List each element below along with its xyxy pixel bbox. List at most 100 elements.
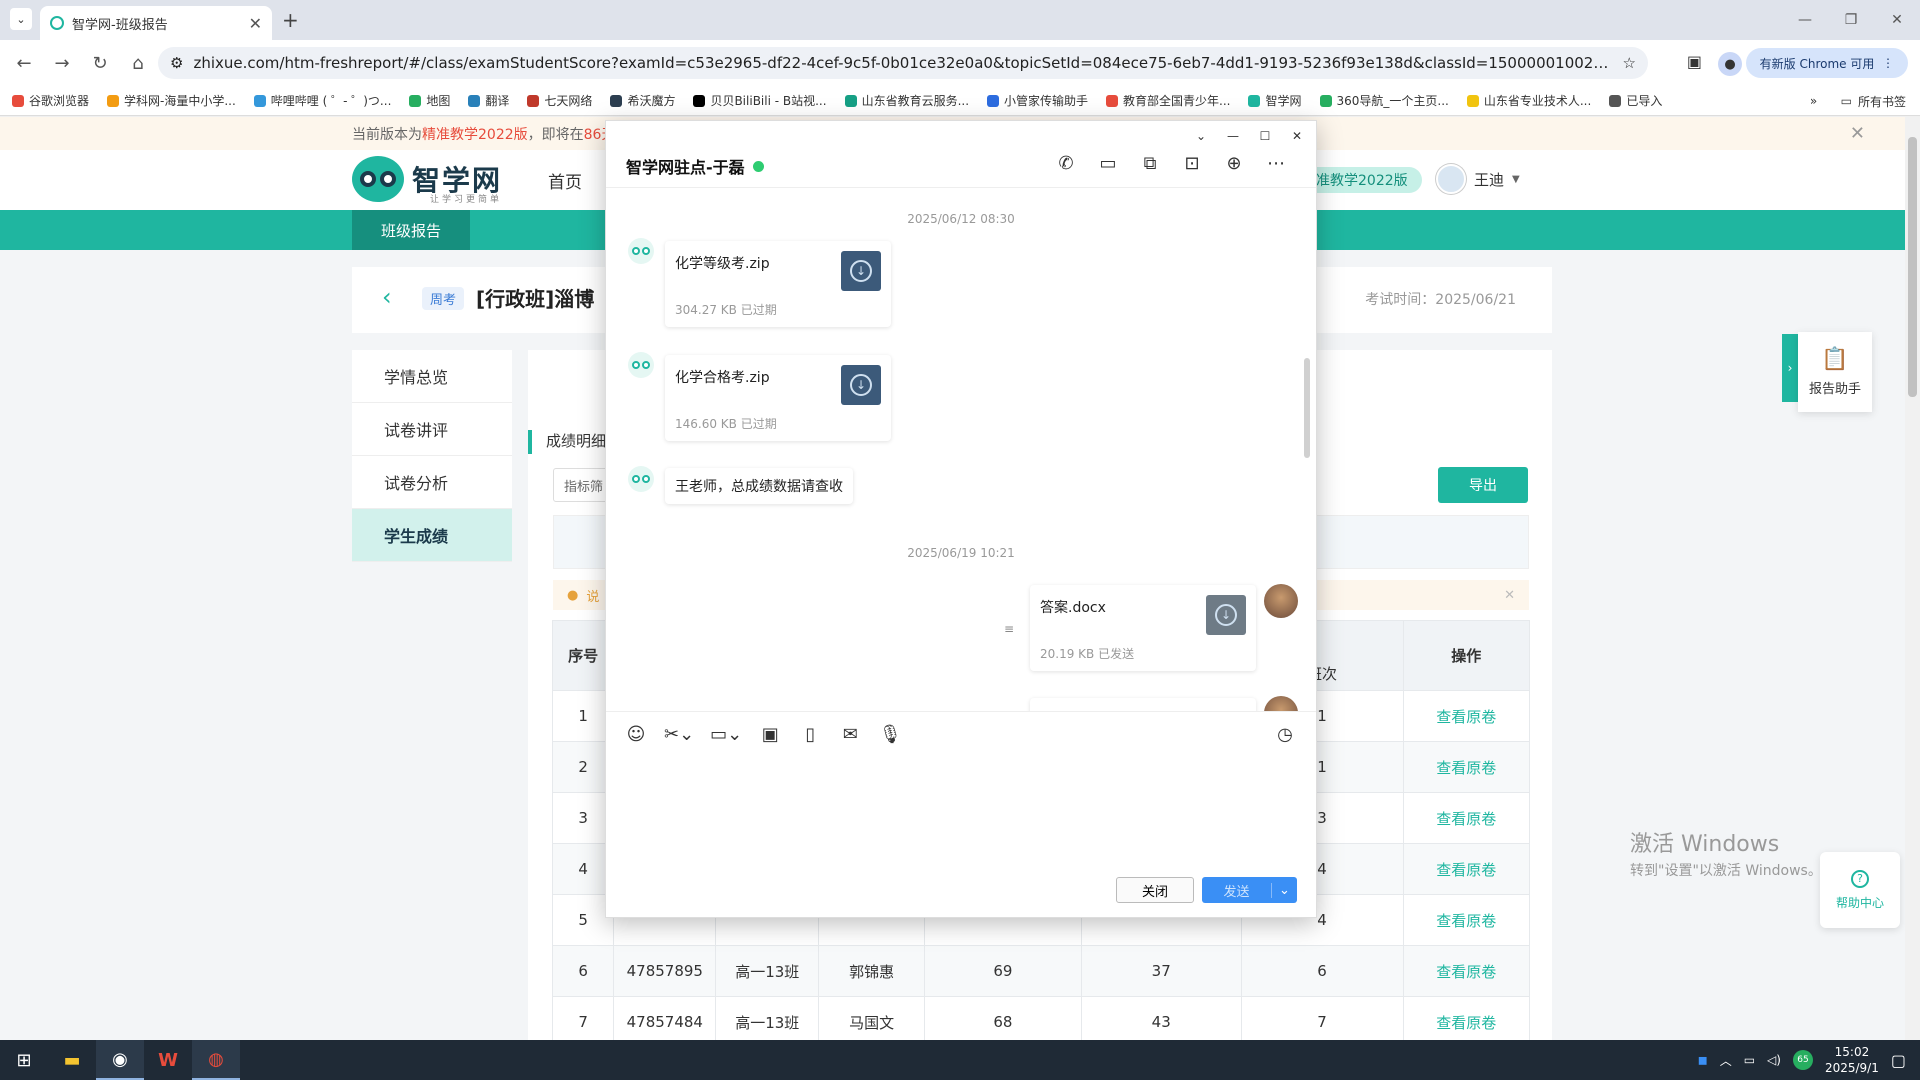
address-bar[interactable]: ⚙ zhixue.com/htm-freshreport/#/class/exa…	[158, 47, 1648, 79]
qq-icon[interactable]: ◉	[96, 1040, 144, 1080]
sidebar-item-1[interactable]: 试卷讲评	[352, 403, 512, 456]
screenshot-scissors-icon[interactable]: ✂⌄	[664, 721, 694, 747]
bookmark-item[interactable]: 地图	[409, 92, 450, 109]
text-message[interactable]: 王老师，总成绩数据请查收	[665, 468, 853, 504]
view-paper-link[interactable]: 查看原卷	[1436, 708, 1496, 726]
bookmark-item[interactable]: 希沃魔方	[610, 92, 675, 109]
screen-share-icon[interactable]: ⧉	[1138, 151, 1162, 175]
remote-assist-icon[interactable]: ⊡	[1180, 151, 1204, 175]
notification-icon[interactable]: ▢	[1891, 1051, 1906, 1070]
view-paper-link[interactable]: 查看原卷	[1436, 912, 1496, 930]
bookmark-item[interactable]: 小管家传输助手	[987, 92, 1088, 109]
add-icon[interactable]: ⊕	[1222, 151, 1246, 175]
home-icon[interactable]: ⌂	[124, 49, 152, 77]
user-menu[interactable]: 王迪 ▼	[1436, 164, 1520, 194]
view-paper-link[interactable]: 查看原卷	[1436, 810, 1496, 828]
file-message[interactable]: 化学合格考.zip 146.60 KB 已过期 ↓	[665, 355, 891, 441]
history-clock-icon[interactable]: ◷	[1272, 721, 1298, 747]
send-button[interactable]: 发送 ⌄	[1202, 877, 1297, 903]
red-packet-icon[interactable]: ✉	[838, 721, 862, 747]
tab-class-report[interactable]: 班级报告	[352, 210, 470, 250]
back-arrow-icon[interactable]: ‹	[382, 283, 392, 311]
site-info-icon[interactable]: ⚙	[170, 54, 183, 72]
network-icon[interactable]: ▭	[1744, 1053, 1755, 1067]
update-chrome-button[interactable]: 有新版 Chrome 可用 ⋮	[1745, 48, 1908, 78]
folder-icon[interactable]: ▭⌄	[710, 721, 742, 747]
maximize-icon[interactable]: ☐	[1252, 125, 1278, 147]
bookmark-item[interactable]: 360导航_一个主页...	[1319, 92, 1449, 109]
phone-icon[interactable]: ✆	[1054, 151, 1078, 175]
emoji-icon[interactable]: ☺	[624, 721, 648, 747]
bookmark-item[interactable]: 山东省专业技术人...	[1466, 92, 1591, 109]
read-status-icon[interactable]: ≡	[1004, 622, 1014, 636]
close-button[interactable]: 关闭	[1116, 877, 1194, 903]
file-message[interactable]	[1030, 698, 1256, 711]
view-paper-link[interactable]: 查看原卷	[1436, 759, 1496, 777]
close-window-icon[interactable]: ✕	[1874, 0, 1920, 40]
close-icon[interactable]: ✕	[1284, 125, 1310, 147]
close-notice-icon[interactable]: ✕	[1850, 123, 1865, 144]
view-paper-link[interactable]: 查看原卷	[1436, 963, 1496, 981]
back-icon[interactable]: ←	[10, 49, 38, 77]
video-call-icon[interactable]: ▭	[1096, 151, 1120, 175]
bookmark-item[interactable]: 谷歌浏览器	[12, 92, 89, 109]
bookmark-item[interactable]: 哔哩哔哩 ( ゜- ゜)つ...	[253, 92, 391, 109]
bot-avatar[interactable]	[628, 238, 654, 264]
volume-icon[interactable]: ◁)	[1767, 1053, 1781, 1067]
profile-icon[interactable]: ●	[1718, 52, 1742, 76]
message-input[interactable]	[622, 755, 1298, 865]
view-paper-link[interactable]: 查看原卷	[1436, 1014, 1496, 1032]
restore-icon[interactable]: ❐	[1828, 0, 1874, 40]
image-icon[interactable]: ▣	[758, 721, 782, 747]
bookmark-item[interactable]: 七天网络	[527, 92, 592, 109]
nav-home[interactable]: 首页	[548, 168, 582, 193]
battery-icon[interactable]: 65	[1792, 1050, 1813, 1070]
export-button[interactable]: 导出	[1438, 467, 1528, 503]
side-panel-icon[interactable]: ▣	[1687, 52, 1702, 71]
report-assistant[interactable]: 📋 报告助手	[1798, 332, 1872, 412]
collapse-assistant-icon[interactable]: ›	[1782, 334, 1798, 402]
send-options-chevron-icon[interactable]: ⌄	[1271, 882, 1297, 898]
bookmark-item[interactable]: 智学网	[1248, 92, 1302, 109]
bookmark-item[interactable]: 贝贝BiliBili - B站视...	[693, 92, 827, 109]
bot-avatar[interactable]	[628, 352, 654, 378]
minimize-icon[interactable]: —	[1782, 0, 1828, 40]
bookmark-item[interactable]: 教育部全国青少年...	[1106, 92, 1230, 109]
bookmark-item[interactable]: 山东省教育云服务...	[844, 92, 969, 109]
page-scrollbar[interactable]	[1905, 117, 1920, 1040]
file-explorer-icon[interactable]: ▬	[48, 1040, 96, 1080]
file-message[interactable]: 化学等级考.zip 304.27 KB 已过期 ↓	[665, 241, 891, 327]
file-message[interactable]: 答案.docx 20.19 KB 已发送 ↓	[1030, 585, 1256, 671]
clock[interactable]: 15:02 2025/9/1	[1825, 1044, 1879, 1076]
download-icon[interactable]: ↓	[841, 251, 881, 291]
tab-search-icon[interactable]: ⌄	[10, 8, 32, 30]
bookmark-item[interactable]: 翻译	[468, 92, 509, 109]
help-center-button[interactable]: ? 帮助中心	[1820, 852, 1900, 928]
sidebar-item-2[interactable]: 试卷分析	[352, 456, 512, 509]
bookmark-item[interactable]: 已导入	[1609, 92, 1662, 109]
message-scrollbar[interactable]	[1304, 358, 1310, 458]
browser-tab[interactable]: 智学网-班级报告 ✕	[40, 6, 272, 40]
download-icon[interactable]: ↓	[1206, 595, 1246, 635]
my-avatar[interactable]	[1264, 696, 1298, 711]
sidebar-item-3[interactable]: 学生成绩	[352, 509, 512, 562]
all-bookmarks[interactable]: » ▭ 所有书签	[1801, 86, 1906, 115]
message-list[interactable]: 2025/06/12 08:30 化学等级考.zip 304.27 KB 已过期…	[606, 188, 1316, 711]
more-icon[interactable]: ⋯	[1264, 151, 1288, 175]
windows-start-icon[interactable]: ⊞	[0, 1040, 48, 1080]
chevron-down-icon[interactable]: ⌄	[1188, 125, 1214, 147]
view-paper-link[interactable]: 查看原卷	[1436, 861, 1496, 879]
my-avatar[interactable]	[1264, 584, 1298, 618]
sidebar-item-0[interactable]: 学情总览	[352, 350, 512, 403]
chrome-icon[interactable]: ◍	[192, 1040, 240, 1080]
qq-tray-icon[interactable]: ◼	[1698, 1053, 1708, 1067]
more-bookmarks-icon[interactable]: »	[1810, 94, 1817, 108]
microphone-icon[interactable]: 🎙	[878, 721, 902, 747]
minimize-icon[interactable]: —	[1220, 125, 1246, 147]
bot-avatar[interactable]	[628, 466, 654, 492]
download-icon[interactable]: ↓	[841, 365, 881, 405]
close-banner-icon[interactable]: ✕	[1504, 588, 1515, 603]
bookmark-star-icon[interactable]: ☆	[1623, 54, 1636, 72]
show-hidden-icon[interactable]: ︿	[1720, 1052, 1732, 1069]
new-tab-icon[interactable]: +	[282, 8, 299, 32]
